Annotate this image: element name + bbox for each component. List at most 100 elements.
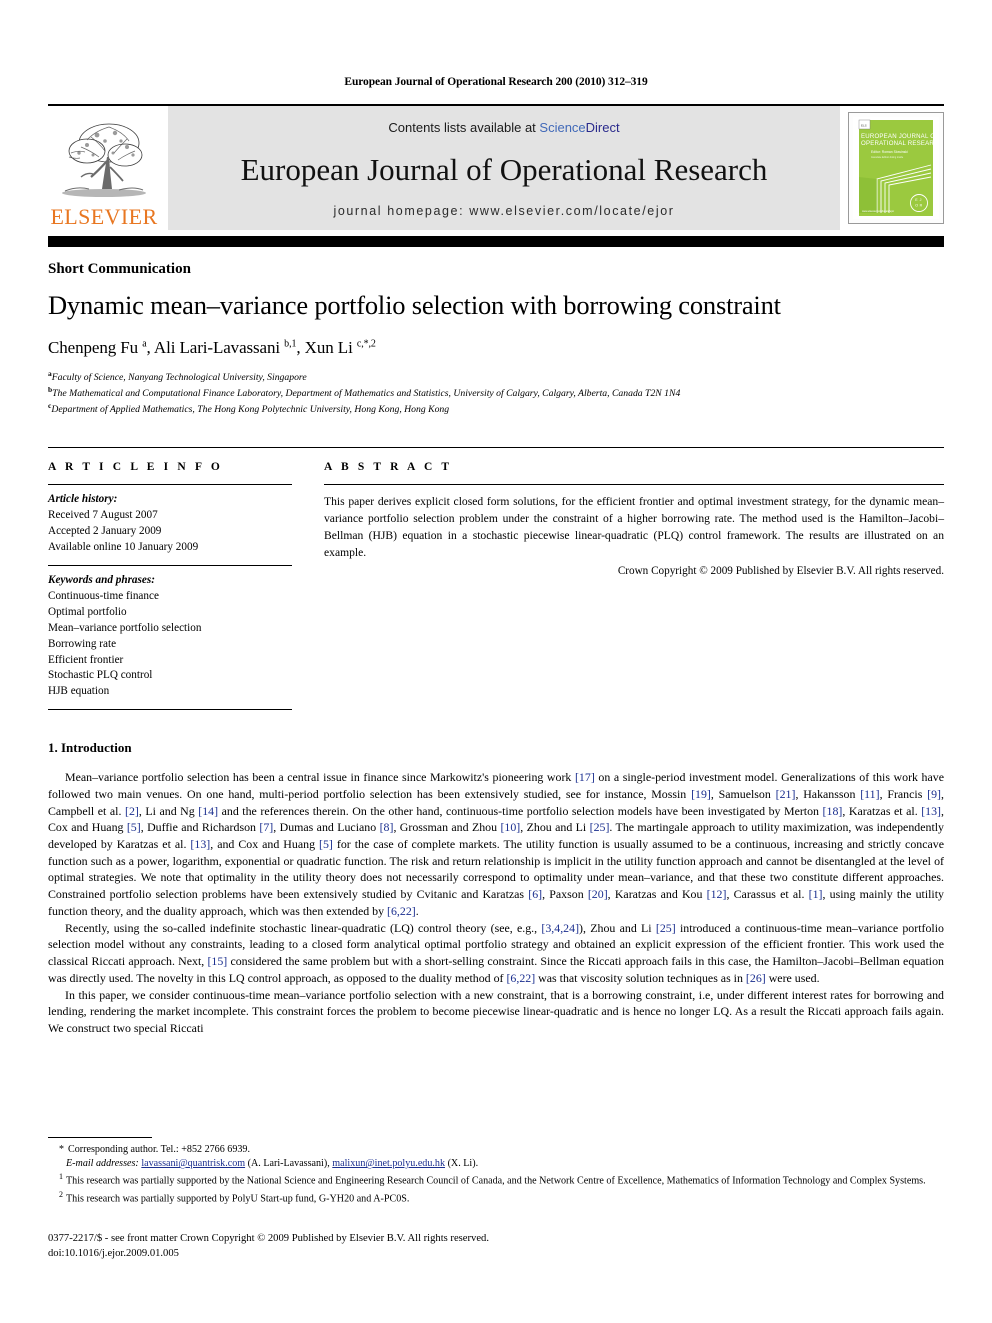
body-paragraph: Recently, using the so-called indefinite…: [48, 920, 944, 985]
history-item: Received 7 August 2007: [48, 509, 158, 522]
affiliation-text: The Mathematical and Computational Finan…: [52, 388, 681, 400]
citation-ref[interactable]: [17]: [575, 770, 595, 784]
citation-ref[interactable]: [6]: [528, 887, 542, 901]
citation-ref[interactable]: [20]: [588, 887, 608, 901]
svg-text:OPERATIONAL RESEARCH: OPERATIONAL RESEARCH: [861, 140, 939, 147]
email-link-lavassani[interactable]: lavassani@quantrisk.com: [141, 1158, 245, 1169]
page-footer: 0377-2217/$ - see front matter Crown Cop…: [48, 1231, 944, 1262]
citation-ref[interactable]: [15]: [207, 954, 227, 968]
keywords-label: Keywords and phrases:: [48, 574, 155, 587]
doi-line: doi:10.1016/j.ejor.2009.01.005: [48, 1248, 179, 1260]
citation-ref[interactable]: [19]: [691, 787, 711, 801]
footnote-2-text: This research was partially supported by…: [66, 1193, 410, 1205]
article-body: 1. Introduction Mean–variance portfolio …: [48, 740, 944, 1037]
svg-text:ELS: ELS: [861, 124, 867, 128]
article-type-label: Short Communication: [48, 261, 191, 277]
citation-ref[interactable]: [11]: [860, 787, 879, 801]
issn-copyright-line: 0377-2217/$ - see front matter Crown Cop…: [48, 1233, 489, 1244]
citation-ref[interactable]: [8]: [380, 820, 394, 834]
elsevier-logo: ELSEVIER: [48, 106, 160, 230]
citation-ref[interactable]: [13]: [190, 837, 210, 851]
footnote-1-text: This research was partially supported by…: [66, 1175, 926, 1187]
history-item: Accepted 2 January 2009: [48, 525, 162, 538]
citation-ref[interactable]: [21]: [776, 787, 796, 801]
citation-ref[interactable]: [3,4,24]: [541, 921, 579, 935]
footnote-2-marker: 2: [59, 1189, 63, 1199]
journal-masthead: ELSEVIER Contents lists available at Sci…: [48, 104, 944, 230]
contents-prefix: Contents lists available at: [388, 120, 540, 135]
svg-text:R: R: [920, 204, 923, 208]
journal-article-page: European Journal of Operational Research…: [0, 0, 992, 1323]
keyword-item: Stochastic PLQ control: [48, 669, 153, 682]
citation-ref[interactable]: [12]: [707, 887, 727, 901]
affiliation-item: bThe Mathematical and Computational Fina…: [48, 385, 944, 401]
svg-text:EUROPEAN JOURNAL OF: EUROPEAN JOURNAL OF: [861, 133, 939, 140]
keywords-group: Keywords and phrases: Continuous-time fi…: [48, 566, 292, 709]
citation-ref[interactable]: [25]: [656, 921, 676, 935]
citation-ref[interactable]: [5]: [319, 837, 333, 851]
sciencedirect-word-direct: Direct: [585, 120, 620, 135]
article-info-column: A R T I C L E I N F O Article history: R…: [48, 448, 310, 711]
info-abstract-block: A R T I C L E I N F O Article history: R…: [48, 447, 944, 711]
keyword-item: Continuous-time finance: [48, 589, 159, 602]
citation-ref[interactable]: [6,22]: [387, 904, 416, 918]
article-info-heading: A R T I C L E I N F O: [48, 461, 223, 474]
affiliation-item: cDepartment of Applied Mathematics, The …: [48, 401, 944, 417]
keyword-item: Borrowing rate: [48, 637, 117, 650]
emails-label: E-mail addresses:: [66, 1158, 139, 1170]
citation-ref[interactable]: [1]: [809, 887, 823, 901]
email-link-lixun[interactable]: malixun@inet.polyu.edu.hk: [332, 1158, 445, 1169]
citation-ref[interactable]: [26]: [746, 971, 766, 985]
email-owner-2: (X. Li).: [447, 1158, 479, 1170]
affiliation-text: Faculty of Science, Nanyang Technologica…: [51, 372, 307, 384]
footnotes-block: * Corresponding author. Tel.: +852 2766 6…: [48, 1137, 944, 1206]
footnote-rule: [48, 1137, 152, 1138]
abstract-copyright: Crown Copyright © 2009 Published by Else…: [617, 564, 944, 577]
corresponding-text: Corresponding author. Tel.: +852 2766 69…: [68, 1144, 250, 1155]
citation-ref[interactable]: [9]: [927, 787, 941, 801]
keyword-item: Optimal portfolio: [48, 605, 127, 618]
body-paragraph: Mean–variance portfolio selection has be…: [48, 770, 945, 918]
affiliation-text: Department of Applied Mathematics, The H…: [51, 404, 450, 416]
svg-text:Associate Editors listing insi: Associate Editors listing inside: [871, 156, 904, 159]
sciencedirect-link[interactable]: ScienceDirect: [539, 120, 619, 135]
citation-ref[interactable]: [25]: [590, 820, 610, 834]
footnote-2: 2 This research was partially supported b…: [48, 1189, 944, 1206]
citation-ref[interactable]: [18]: [823, 804, 843, 818]
footnote-1: 1 This research was partially supported b…: [48, 1171, 944, 1188]
citation-ref[interactable]: [6,22]: [506, 971, 535, 985]
journal-band: Contents lists available at ScienceDirec…: [168, 106, 840, 230]
masthead-black-bar: [48, 236, 944, 247]
journal-cover-thumbnail[interactable]: ELS EUROPEAN JOURNAL OF OPERATIONAL RESE…: [848, 112, 944, 224]
body-paragraph: In this paper, we consider continuous-ti…: [48, 987, 944, 1036]
citation-ref[interactable]: [13]: [921, 804, 941, 818]
contents-available-line: Contents lists available at ScienceDirec…: [388, 120, 619, 135]
journal-homepage-line[interactable]: journal homepage: www.elsevier.com/locat…: [333, 204, 674, 218]
asterisk-marker: *: [59, 1144, 64, 1155]
cover-svg: ELS EUROPEAN JOURNAL OF OPERATIONAL RESE…: [853, 117, 939, 219]
sciencedirect-word-science: Science: [539, 120, 586, 135]
affiliation-item: aFaculty of Science, Nanyang Technologic…: [48, 369, 944, 385]
elsevier-tree-icon: [62, 123, 146, 197]
citation-ref[interactable]: [2]: [125, 804, 139, 818]
email-owner-1: (A. Lari-Lavassani),: [247, 1158, 330, 1170]
citation-ref[interactable]: [7]: [259, 820, 273, 834]
journal-cover-artwork: ELS EUROPEAN JOURNAL OF OPERATIONAL RESE…: [853, 117, 939, 219]
elsevier-wordmark: ELSEVIER: [50, 204, 158, 229]
running-head: European Journal of Operational Research…: [344, 76, 648, 88]
info-rule-bottom: [48, 709, 292, 711]
page-title: Dynamic mean–variance portfolio selectio…: [48, 290, 781, 320]
keyword-item: Efficient frontier: [48, 653, 124, 666]
article-history-group: Article history: Received 7 August 2007 …: [48, 485, 292, 565]
abstract-text: This paper derives explicit closed form …: [324, 495, 944, 559]
citation-ref[interactable]: [14]: [198, 804, 218, 818]
history-item: Available online 10 January 2009: [48, 541, 199, 554]
abstract-heading: A B S T R A C T: [324, 461, 453, 474]
keyword-item: Mean–variance portfolio selection: [48, 621, 202, 634]
journal-title: European Journal of Operational Research: [240, 152, 768, 187]
footnote-corresponding: * Corresponding author. Tel.: +852 2766 6…: [48, 1143, 944, 1157]
citation-ref[interactable]: [10]: [500, 820, 520, 834]
citation-ref[interactable]: [5]: [127, 820, 141, 834]
affiliation-list: aFaculty of Science, Nanyang Technologic…: [48, 369, 944, 417]
svg-text:Editor: Roman Slowinski: Editor: Roman Slowinski: [871, 150, 908, 154]
